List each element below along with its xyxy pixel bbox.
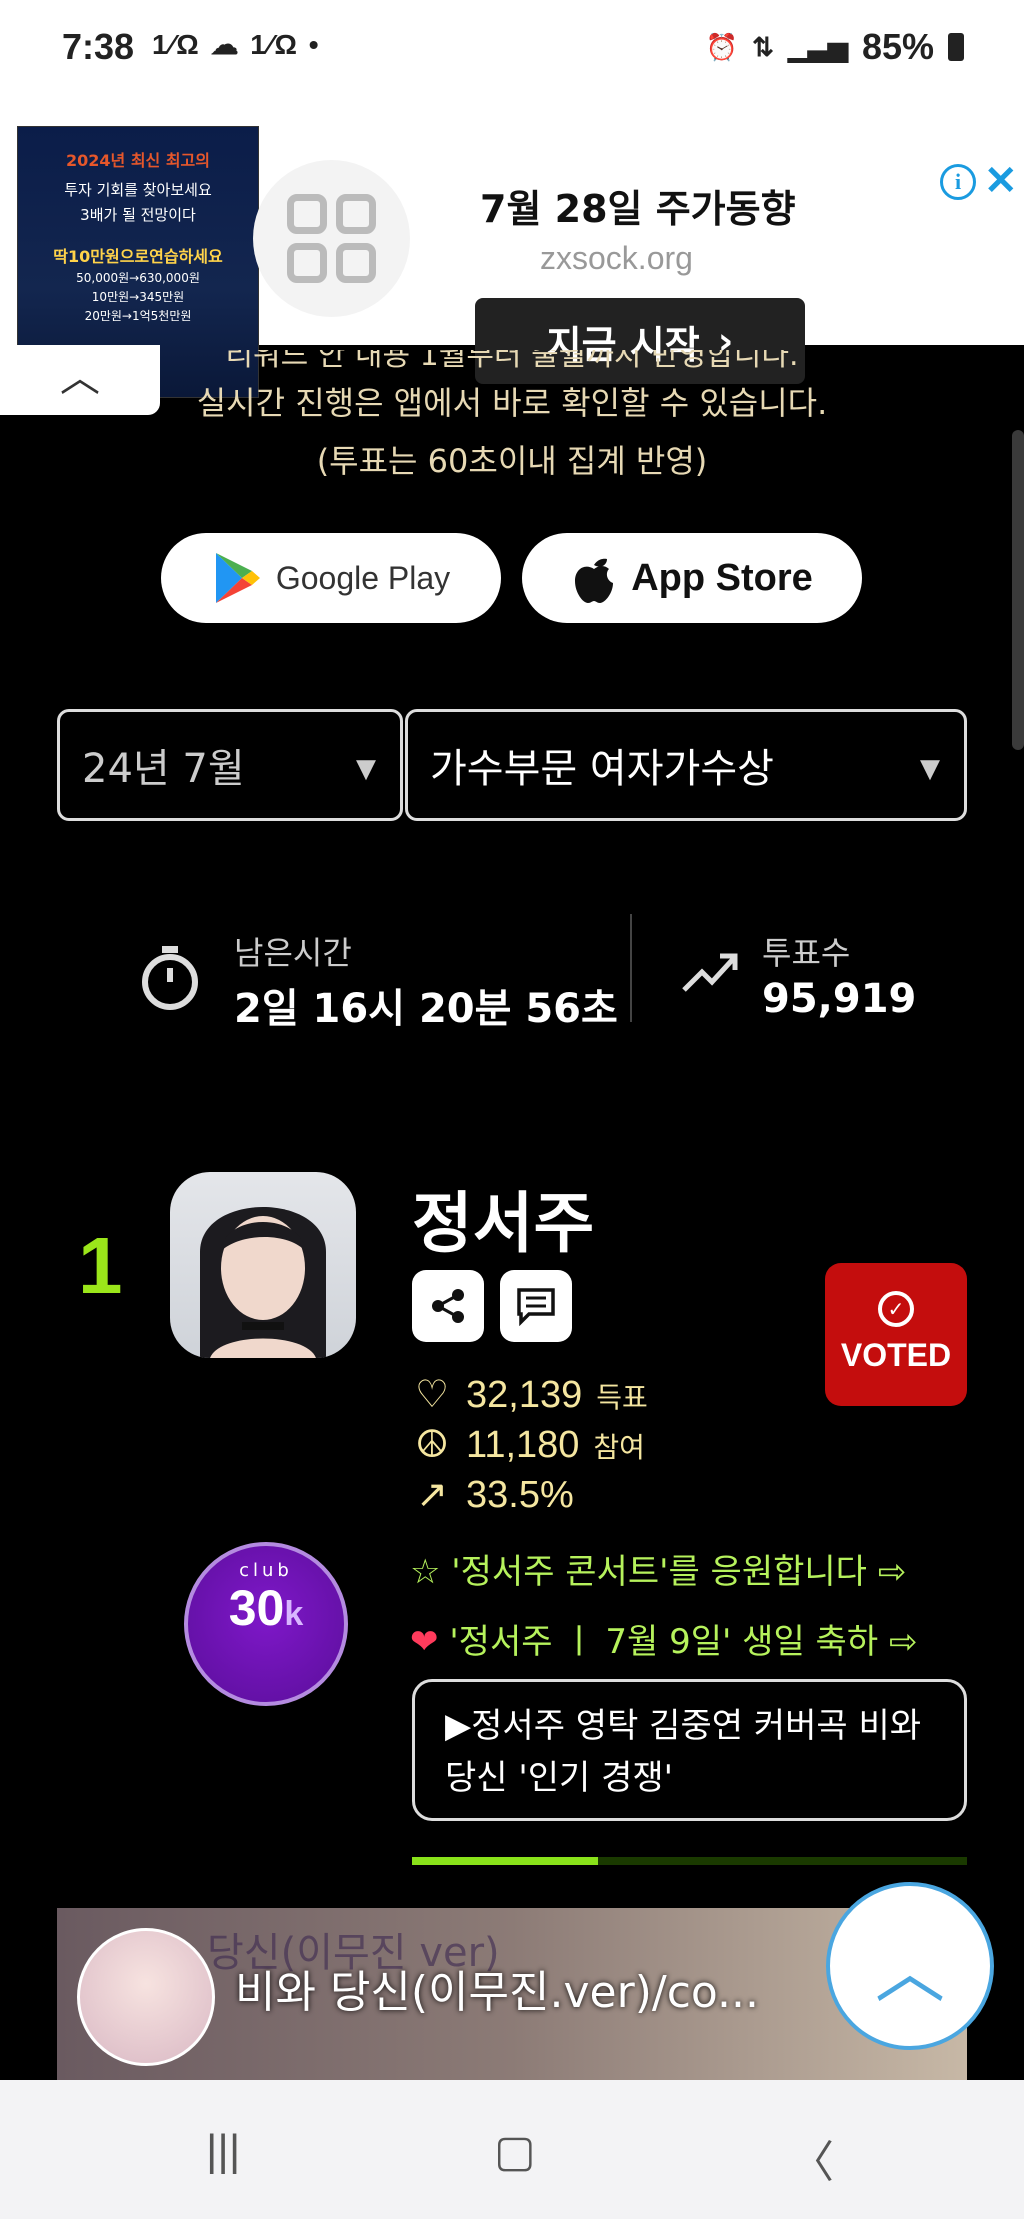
share-button[interactable]: [412, 1270, 484, 1342]
channel-avatar[interactable]: [77, 1928, 215, 2066]
stats-divider: [630, 914, 632, 1022]
status-time: 7:38: [62, 26, 135, 67]
status-right: ⏰ ⇅ ▁▃▅ 85%: [706, 26, 964, 68]
voted-label: VOTED: [840, 1337, 952, 1373]
ad-title: 7월 28일 주가동향: [480, 187, 796, 231]
participants-unit: 참여: [593, 1431, 645, 1464]
trending-up-icon: [682, 953, 738, 992]
remaining-time-label: 남은시간: [234, 934, 352, 972]
app-store-label: App Store: [631, 556, 813, 599]
dropdown-arrow-icon: ▼: [356, 754, 376, 784]
voted-button[interactable]: ✓ VOTED: [825, 1263, 967, 1406]
google-play-label: Google Play: [275, 559, 451, 596]
club-label: club: [239, 1560, 293, 1581]
ad-image-line: 20만원→1억5천만원: [84, 309, 192, 323]
candidate-photo[interactable]: [170, 1172, 356, 1358]
status-bar: 7:38 1⁄Ω ☁ 1⁄Ω • ⏰ ⇅ ▁▃▅ 85%: [0, 0, 1024, 80]
signal-icon: ▁▃▅: [787, 31, 848, 62]
votes-metric: ♡ 32,139 득표: [412, 1372, 648, 1417]
ad-image-line: 2024년 최신 최고의: [66, 151, 210, 170]
club-count: 30k: [188, 1579, 344, 1637]
battery-percent: 85%: [861, 26, 934, 67]
5g-icon: ⇅: [752, 31, 774, 62]
remaining-time-value: 2일 16시 20분 56초: [234, 986, 618, 1032]
comment-icon: [517, 1288, 555, 1326]
heart-icon: ♡: [414, 1374, 450, 1416]
google-play-button[interactable]: Google Play: [161, 533, 501, 623]
candidate-name: 정서주: [412, 1185, 595, 1262]
votes-unit: 득표: [596, 1381, 648, 1414]
dropdown-arrow-icon: ▼: [920, 754, 940, 784]
vote-count-label: 투표수: [762, 934, 851, 972]
category-select-value: 가수부문 여자가수상: [430, 746, 774, 792]
vote-count-value: 95,919: [762, 976, 917, 1022]
votes-value: 32,139: [466, 1374, 583, 1416]
ad-image-line: 딱10만원으로연습하세요: [53, 247, 223, 266]
system-nav-bar: ||| ▢ 〈: [0, 2080, 1024, 2219]
heart-icon: ❤: [410, 1622, 439, 1662]
club-suffix: k: [284, 1595, 304, 1633]
ad-image-line: 3배가 될 전망이다: [80, 206, 196, 224]
info-line-2: 실시간 진행은 앱에서 바로 확인할 수 있습니다.: [196, 384, 828, 422]
ad-image-line: 10만원→345만원: [91, 290, 185, 304]
candidate-rank: 1: [78, 1221, 123, 1310]
participants-metric: ☮ 11,180 참여: [412, 1422, 645, 1467]
scroll-to-top-button[interactable]: ︿: [826, 1882, 994, 2050]
info-line-3: (투표는 60초이내 집계 반영): [316, 442, 708, 480]
club-value: 30: [228, 1580, 285, 1636]
news-link[interactable]: ▶정서주 영탁 김중연 커버곡 비와 당신 '인기 경쟁': [412, 1679, 967, 1821]
percent-metric: ↗ 33.5%: [412, 1472, 574, 1517]
vote-share-progress-fill: [412, 1857, 598, 1865]
status-left-icons: 1⁄Ω ☁ 1⁄Ω •: [152, 29, 321, 60]
peace-icon: ☮: [414, 1424, 450, 1466]
club-badge: club 30k: [184, 1542, 348, 1706]
ad-banner[interactable]: 2024년 최신 최고의 투자 기회를 찾아보세요 3배가 될 전망이다 딱10…: [0, 80, 1024, 398]
cheer-birthday-label: '정서주 ㅣ 7월 9일' 생일 축하 ⇨: [449, 1622, 918, 1662]
share-icon: [432, 1289, 464, 1323]
month-select-value: 24년 7월: [82, 746, 245, 792]
ad-image-line: 50,000원→630,000원: [76, 271, 200, 285]
battery-icon: [948, 33, 964, 61]
comment-button[interactable]: [500, 1270, 572, 1342]
trending-up-icon: ↗: [416, 1474, 448, 1516]
app-store-button[interactable]: App Store: [522, 533, 862, 623]
page-scrollbar[interactable]: [1012, 430, 1024, 750]
cheer-link-birthday[interactable]: ❤ '정서주 ㅣ 7월 9일' 생일 축하 ⇨: [410, 1614, 917, 1663]
recent-apps-icon[interactable]: |||: [206, 2126, 240, 2176]
stopwatch-icon: [142, 946, 198, 1010]
apple-icon: [575, 558, 614, 603]
participants-value: 11,180: [466, 1424, 580, 1466]
cheer-link-concert[interactable]: ☆ '정서주 콘서트'를 응원합니다 ⇨: [410, 1544, 906, 1593]
check-circle-icon: ✓: [878, 1291, 914, 1327]
google-play-icon: [215, 553, 260, 603]
ad-close-icon[interactable]: ✕: [984, 158, 1018, 204]
category-select[interactable]: 가수부문 여자가수상 ▼: [405, 709, 967, 821]
home-icon[interactable]: ▢: [494, 2126, 536, 2177]
back-icon[interactable]: 〈: [790, 2126, 834, 2190]
ad-image-line: 투자 기회를 찾아보세요: [64, 181, 212, 199]
ad-info-icon[interactable]: i: [940, 164, 976, 200]
video-title: 비와 당신(이무진.ver)/co...: [235, 1967, 759, 2018]
percent-value: 33.5%: [466, 1474, 574, 1516]
ad-logo-icon: [253, 160, 410, 317]
alarm-icon: ⏰: [705, 31, 739, 62]
month-select[interactable]: 24년 7월 ▼: [57, 709, 403, 821]
vote-share-progress: [412, 1857, 967, 1865]
ad-domain: zxsock.org: [540, 240, 693, 276]
chevron-up-icon: ︿: [875, 1930, 945, 2013]
